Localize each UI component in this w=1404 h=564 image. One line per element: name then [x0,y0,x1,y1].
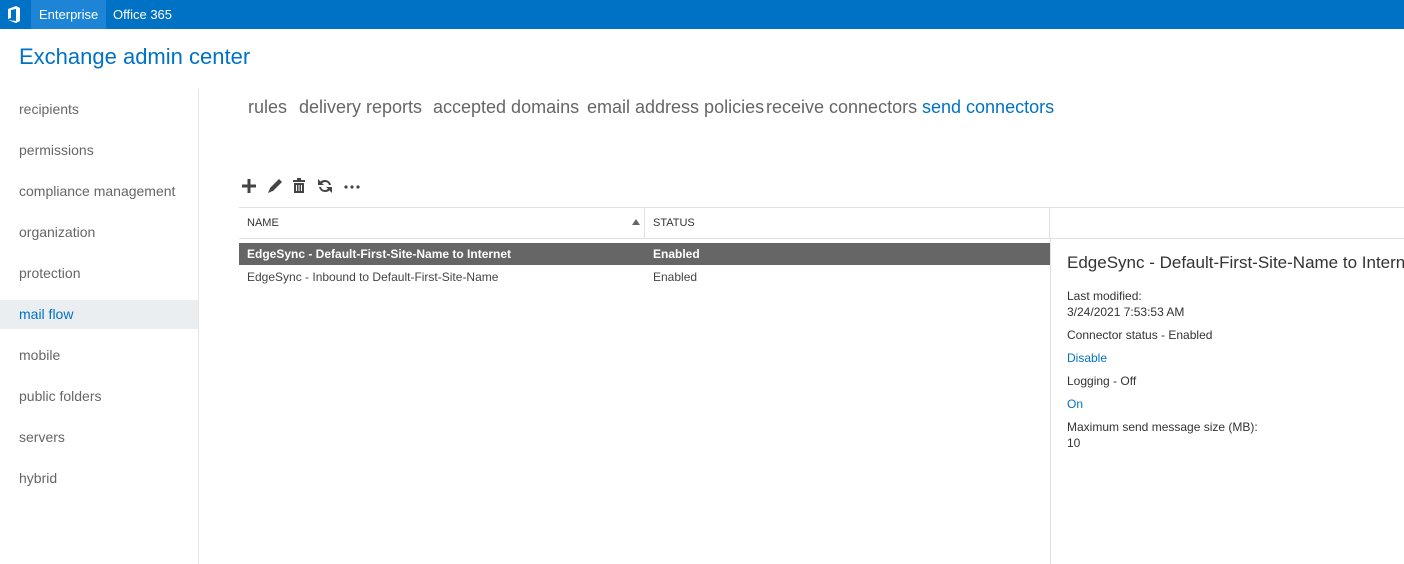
nav-item-mail-flow[interactable]: mail flow [0,300,198,329]
add-icon[interactable] [240,177,258,195]
nav-item-label: organization [19,224,96,240]
connector-status-text: Connector status - Enabled [1067,328,1213,342]
details-pane: EdgeSync - Default-First-Site-Name to In… [1050,238,1404,564]
nav-item-label: servers [19,429,65,445]
top-link-office365[interactable]: Office 365 [113,0,172,29]
nav-item-hybrid[interactable]: hybrid [0,464,198,493]
column-header-status[interactable]: STATUS [653,208,695,238]
last-modified-label: Last modified: [1067,289,1142,303]
app-title: Exchange admin center [19,44,251,69]
column-header-name[interactable]: NAME [247,208,279,238]
details-title: EdgeSync - Default-First-Site-Name to In… [1067,253,1404,272]
nav-item-label: compliance management [19,183,176,199]
tab-email-address-policies[interactable]: email address policies [587,97,764,118]
nav-item-label: protection [19,265,81,281]
nav-item-label: mobile [19,347,61,363]
more-icon[interactable] [343,177,361,195]
row-name-cell: EdgeSync - Default-First-Site-Name to In… [247,247,512,261]
nav-item-organization[interactable]: organization [0,218,198,247]
nav-item-label: permissions [19,142,94,158]
top-bar: Enterprise Office 365 [0,0,1404,29]
tab-delivery-reports[interactable]: delivery reports [299,97,422,118]
nav-item-permissions[interactable]: permissions [0,136,198,165]
nav-item-mobile[interactable]: mobile [0,341,198,370]
nav-item-servers[interactable]: servers [0,423,198,452]
column-divider [1049,208,1050,238]
logging-status-text: Logging - Off [1067,374,1137,388]
nav-item-recipients[interactable]: recipients [0,95,198,124]
table-row[interactable]: EdgeSync - Default-First-Site-Name to In… [239,243,1050,265]
nav-item-compliance-management[interactable]: compliance management [0,177,198,206]
column-divider [644,208,645,238]
max-message-size-value: 10 [1067,436,1081,450]
last-modified-value: 3/24/2021 7:53:53 AM [1067,305,1185,319]
tab-rules[interactable]: rules [248,97,287,118]
max-message-size-label: Maximum send message size (MB): [1067,420,1258,434]
disable-link[interactable]: Disable [1067,351,1107,365]
office-logo-icon[interactable] [6,6,22,23]
refresh-icon[interactable] [316,177,334,195]
row-name-cell: EdgeSync - Inbound to Default-First-Site… [247,270,499,284]
row-status-cell: Enabled [653,247,700,261]
row-status-cell: Enabled [653,270,698,284]
nav-item-label: public folders [19,388,102,404]
top-link-enterprise[interactable]: Enterprise [31,0,107,29]
tab-accepted-domains[interactable]: accepted domains [433,97,579,118]
tab-send-connectors[interactable]: send connectors [922,97,1054,118]
nav-item-label: recipients [19,101,79,117]
edit-icon[interactable] [266,177,284,195]
delete-icon[interactable] [290,177,308,195]
nav-item-protection[interactable]: protection [0,259,198,288]
table-row[interactable]: EdgeSync - Inbound to Default-First-Site… [239,266,1050,288]
nav-item-label: hybrid [19,470,58,486]
sort-ascending-icon[interactable] [632,219,640,225]
nav-item-label: mail flow [19,306,74,322]
nav-item-public-folders[interactable]: public folders [0,382,198,411]
grid-header: NAME STATUS [239,207,1404,239]
left-navigation: recipients permissions compliance manage… [0,89,199,564]
tab-receive-connectors[interactable]: receive connectors [766,97,917,118]
logging-on-link[interactable]: On [1067,397,1083,411]
